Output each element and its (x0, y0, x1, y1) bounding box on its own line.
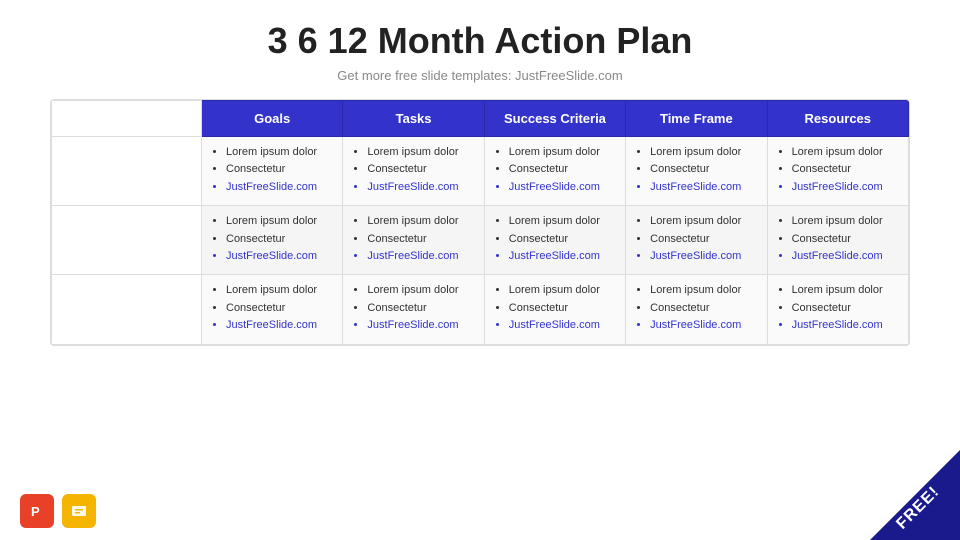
header-resources: Resources (767, 101, 908, 137)
list-item: JustFreeSlide.com (509, 318, 615, 333)
list-item: JustFreeSlide.com (650, 180, 756, 195)
list-item: Lorem ipsum dolor (650, 214, 756, 229)
list-item: Lorem ipsum dolor (650, 145, 756, 160)
timeframe-cell-3month: Lorem ipsum dolor Consectetur JustFreeSl… (626, 137, 767, 206)
tasks-cell-12month: Lorem ipsum dolor Consectetur JustFreeSl… (343, 275, 484, 344)
row-label-3month: 3 Month (52, 137, 202, 206)
list-item: JustFreeSlide.com (509, 180, 615, 195)
list-item: Consectetur (367, 162, 473, 177)
success-cell-3month: Lorem ipsum dolor Consectetur JustFreeSl… (484, 137, 625, 206)
list-item: Lorem ipsum dolor (367, 214, 473, 229)
list-item: JustFreeSlide.com (650, 249, 756, 264)
list-item: Consectetur (509, 301, 615, 316)
list-item: JustFreeSlide.com (792, 318, 898, 333)
resources-cell-3month: Lorem ipsum dolor Consectetur JustFreeSl… (767, 137, 908, 206)
table-row-12month: 12 Month Lorem ipsum dolor Consectetur J… (52, 275, 909, 344)
table-row-3month: 3 Month Lorem ipsum dolor Consectetur Ju… (52, 137, 909, 206)
goals-cell-6month: Lorem ipsum dolor Consectetur JustFreeSl… (202, 206, 343, 275)
list-item: JustFreeSlide.com (226, 249, 332, 264)
list-item: Consectetur (650, 162, 756, 177)
list-item: Consectetur (509, 232, 615, 247)
list-item: Consectetur (650, 301, 756, 316)
list-item: Consectetur (792, 232, 898, 247)
list-item: JustFreeSlide.com (367, 318, 473, 333)
list-item: Consectetur (226, 301, 332, 316)
slide: 3 6 12 Month Action Plan Get more free s… (0, 0, 960, 540)
row-label-6month: 6 Month (52, 206, 202, 275)
list-item: Consectetur (226, 232, 332, 247)
goals-cell-3month: Lorem ipsum dolor Consectetur JustFreeSl… (202, 137, 343, 206)
list-item: Consectetur (792, 301, 898, 316)
list-item: Lorem ipsum dolor (792, 214, 898, 229)
success-cell-6month: Lorem ipsum dolor Consectetur JustFreeSl… (484, 206, 625, 275)
list-item: Lorem ipsum dolor (509, 214, 615, 229)
list-item: JustFreeSlide.com (367, 180, 473, 195)
list-item: Lorem ipsum dolor (367, 145, 473, 160)
list-item: Lorem ipsum dolor (367, 283, 473, 298)
list-item: JustFreeSlide.com (367, 249, 473, 264)
powerpoint-icon[interactable]: P (20, 494, 54, 528)
list-item: Consectetur (226, 162, 332, 177)
header-time-frame: Time Frame (626, 101, 767, 137)
header-success-criteria: Success Criteria (484, 101, 625, 137)
list-item: Consectetur (367, 301, 473, 316)
tasks-cell-6month: Lorem ipsum dolor Consectetur JustFreeSl… (343, 206, 484, 275)
list-item: JustFreeSlide.com (226, 180, 332, 195)
timeframe-cell-6month: Lorem ipsum dolor Consectetur JustFreeSl… (626, 206, 767, 275)
free-badge: FREE! (870, 450, 960, 540)
list-item: JustFreeSlide.com (792, 180, 898, 195)
slide-subtitle: Get more free slide templates: JustFreeS… (337, 68, 622, 83)
list-item: Lorem ipsum dolor (650, 283, 756, 298)
list-item: Lorem ipsum dolor (509, 283, 615, 298)
resources-cell-12month: Lorem ipsum dolor Consectetur JustFreeSl… (767, 275, 908, 344)
timeframe-cell-12month: Lorem ipsum dolor Consectetur JustFreeSl… (626, 275, 767, 344)
list-item: Lorem ipsum dolor (792, 283, 898, 298)
goals-cell-12month: Lorem ipsum dolor Consectetur JustFreeSl… (202, 275, 343, 344)
list-item: Consectetur (509, 162, 615, 177)
header-goals: Goals (202, 101, 343, 137)
header-empty (52, 101, 202, 137)
header-tasks: Tasks (343, 101, 484, 137)
svg-text:P: P (31, 504, 40, 519)
list-item: JustFreeSlide.com (792, 249, 898, 264)
free-badge-text: FREE! (893, 483, 943, 533)
list-item: Lorem ipsum dolor (509, 145, 615, 160)
google-slides-icon[interactable] (62, 494, 96, 528)
resources-cell-6month: Lorem ipsum dolor Consectetur JustFreeSl… (767, 206, 908, 275)
list-item: Lorem ipsum dolor (226, 283, 332, 298)
success-cell-12month: Lorem ipsum dolor Consectetur JustFreeSl… (484, 275, 625, 344)
list-item: Consectetur (650, 232, 756, 247)
list-item: Lorem ipsum dolor (792, 145, 898, 160)
action-plan-table: Goals Tasks Success Criteria Time Frame … (50, 99, 910, 346)
slide-title: 3 6 12 Month Action Plan (268, 20, 693, 62)
list-item: Consectetur (367, 232, 473, 247)
bottom-icons: P (20, 494, 96, 528)
list-item: JustFreeSlide.com (650, 318, 756, 333)
list-item: Consectetur (792, 162, 898, 177)
tasks-cell-3month: Lorem ipsum dolor Consectetur JustFreeSl… (343, 137, 484, 206)
list-item: JustFreeSlide.com (509, 249, 615, 264)
list-item: Lorem ipsum dolor (226, 145, 332, 160)
table-row-6month: 6 Month Lorem ipsum dolor Consectetur Ju… (52, 206, 909, 275)
list-item: Lorem ipsum dolor (226, 214, 332, 229)
list-item: JustFreeSlide.com (226, 318, 332, 333)
row-label-12month: 12 Month (52, 275, 202, 344)
